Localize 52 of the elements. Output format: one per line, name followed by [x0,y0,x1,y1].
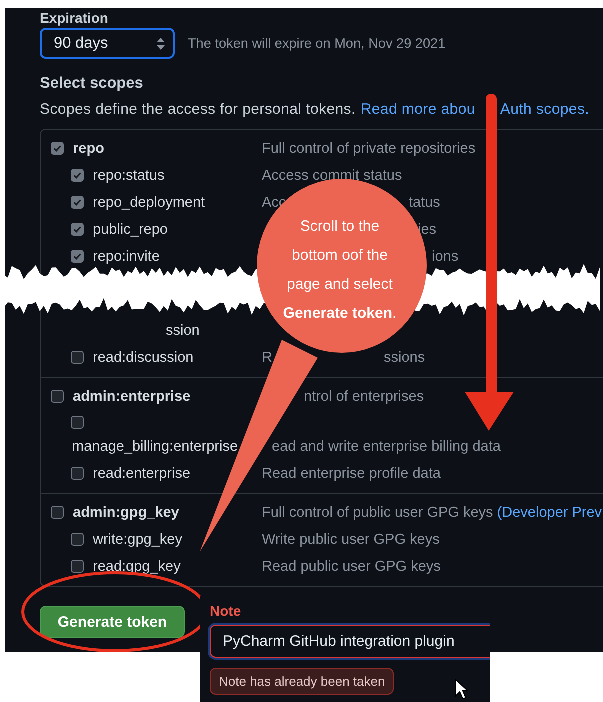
checkbox[interactable] [51,390,64,403]
expiration-select[interactable]: 90 days [40,28,175,59]
checkbox[interactable] [71,351,84,364]
scope-name: public_repo [93,222,168,238]
scope-name: repo:invite [93,248,160,264]
scope-name: repo [73,140,104,156]
callout-text: Scroll to the bottom oof the page and select Generate token. [282,217,398,324]
scope-description: ntrol of enterprises [304,388,424,404]
oauth-scopes-link[interactable]: Auth scopes. [500,101,590,118]
scope-description: ssions [384,350,426,366]
updown-caret-icon [157,38,165,50]
error-message: Note has already been taken [210,668,394,695]
checkbox[interactable] [71,196,84,209]
cursor-icon [456,678,470,700]
scope-description: Write public user GPG keys [262,532,440,548]
checkbox[interactable] [71,169,84,182]
checkbox[interactable] [71,467,84,480]
field-label: Expiration [40,10,108,26]
scope-name: read:gpg_key [93,558,181,574]
note-input[interactable]: PyCharm GitHub integration plugin [210,625,490,658]
checkbox[interactable] [71,533,84,546]
section-title: Select scopes [40,75,144,93]
scope-description: Full control of public user GPG keys [262,504,494,520]
scope-description: Access commit status [262,168,402,184]
scope-name: read:discussion [93,350,194,366]
expiration-hint: The token will expire on Mon, Nov 29 2021 [188,36,446,51]
scope-name: admin:gpg_key [73,504,180,520]
checkbox[interactable] [51,142,64,155]
generate-token-button[interactable]: Generate token [40,606,185,638]
scope-name: read:enterprise [93,466,191,482]
scope-description: Full control of private repositories [262,140,476,156]
checkbox[interactable] [51,506,64,519]
section-description: Scopes define the access for personal tokens. [40,101,356,118]
developer-preview-link[interactable]: (Developer Prev [497,504,602,520]
checkbox[interactable] [71,416,84,428]
checkbox[interactable] [71,250,84,263]
note-label: Note [210,603,242,619]
scope-description: tatus [409,194,440,210]
scope-name: write:gpg_key [93,532,182,548]
scope-name: ssion [166,322,200,338]
oauth-scopes-link[interactable]: Read more abou [360,101,476,118]
scope-name: admin:enterprise [73,388,191,404]
scope-description: R [262,350,272,366]
scope-name: manage_billing:enterprise [72,439,238,455]
scope-description: Read public user GPG keys [262,558,441,574]
scope-description: Read enterprise profile data [262,466,441,482]
scope-description: ions [432,248,459,264]
scope-description: ead and write enterprise billing data [272,439,501,455]
scope-name: repo_deployment [93,194,206,210]
scope-name: repo:status [93,168,165,184]
checkbox[interactable] [71,223,84,236]
checkbox[interactable] [71,560,84,573]
